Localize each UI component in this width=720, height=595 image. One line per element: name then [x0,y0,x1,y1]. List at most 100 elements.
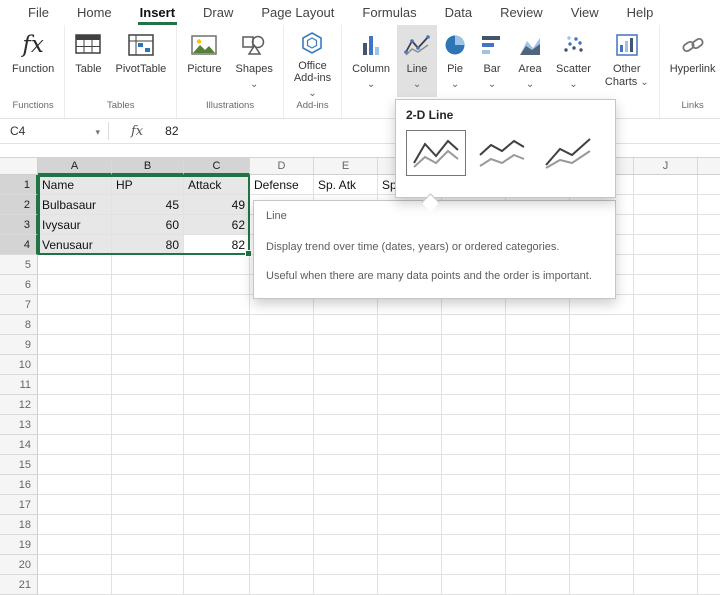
cell-C7[interactable] [184,295,250,315]
cell-D10[interactable] [250,355,314,375]
line-chart-button[interactable]: Line [397,25,437,97]
cell-J10[interactable] [634,355,698,375]
cell-C2[interactable]: 49 [184,195,250,215]
pivottable-button[interactable]: PivotTable [109,25,174,97]
cell-G20[interactable] [442,555,506,575]
cell-B8[interactable] [112,315,184,335]
cell-D12[interactable] [250,395,314,415]
row-header-7[interactable]: 7 [0,295,38,315]
cell-H13[interactable] [506,415,570,435]
name-box-chevron-icon[interactable] [95,124,100,138]
cell-B11[interactable] [112,375,184,395]
cell-C16[interactable] [184,475,250,495]
menu-tab-help[interactable]: Help [613,0,668,25]
cell-E15[interactable] [314,455,378,475]
cell-A13[interactable] [38,415,112,435]
cell-F12[interactable] [378,395,442,415]
name-box[interactable]: C4 [0,119,108,143]
cell-J17[interactable] [634,495,698,515]
cell-J2[interactable] [634,195,698,215]
cell-H12[interactable] [506,395,570,415]
cell-C5[interactable] [184,255,250,275]
cell-J3[interactable] [634,215,698,235]
cell-I20[interactable] [570,555,634,575]
cell-F11[interactable] [378,375,442,395]
cell-C21[interactable] [184,575,250,595]
cell-F13[interactable] [378,415,442,435]
cell-I21[interactable] [570,575,634,595]
menu-tab-home[interactable]: Home [63,0,126,25]
cell-F20[interactable] [378,555,442,575]
cell-D15[interactable] [250,455,314,475]
cell-I11[interactable] [570,375,634,395]
cell-F21[interactable] [378,575,442,595]
cell-B14[interactable] [112,435,184,455]
cell-H18[interactable] [506,515,570,535]
cell-C10[interactable] [184,355,250,375]
cell-E13[interactable] [314,415,378,435]
cell-A21[interactable] [38,575,112,595]
cell-J12[interactable] [634,395,698,415]
cell-H20[interactable] [506,555,570,575]
scatter-chart-button[interactable]: Scatter [549,25,598,97]
cell-C1[interactable]: Attack [184,175,250,195]
cell-A2[interactable]: Bulbasaur [38,195,112,215]
cell-B13[interactable] [112,415,184,435]
cell-G15[interactable] [442,455,506,475]
cell-I14[interactable] [570,435,634,455]
cell-H9[interactable] [506,335,570,355]
cell-D11[interactable] [250,375,314,395]
cell-C19[interactable] [184,535,250,555]
cell-A3[interactable]: Ivysaur [38,215,112,235]
cell-A10[interactable] [38,355,112,375]
cell-H10[interactable] [506,355,570,375]
cell-G17[interactable] [442,495,506,515]
cell-G13[interactable] [442,415,506,435]
menu-tab-page-layout[interactable]: Page Layout [247,0,348,25]
cell-G9[interactable] [442,335,506,355]
cell-D16[interactable] [250,475,314,495]
cell-I9[interactable] [570,335,634,355]
cell-J21[interactable] [634,575,698,595]
column-header-B[interactable]: B [112,158,184,175]
cell-D13[interactable] [250,415,314,435]
cell-H8[interactable] [506,315,570,335]
cell-C20[interactable] [184,555,250,575]
cell-C8[interactable] [184,315,250,335]
row-header-9[interactable]: 9 [0,335,38,355]
cell-F18[interactable] [378,515,442,535]
function-button[interactable]: fx Function [5,25,61,97]
picture-button[interactable]: Picture [180,25,228,97]
cell-B17[interactable] [112,495,184,515]
cell-I18[interactable] [570,515,634,535]
cell-I10[interactable] [570,355,634,375]
menu-tab-draw[interactable]: Draw [189,0,247,25]
cell-D8[interactable] [250,315,314,335]
column-header-A[interactable]: A [38,158,112,175]
cell-A12[interactable] [38,395,112,415]
gallery-option-stacked-line[interactable] [472,130,532,176]
cell-B15[interactable] [112,455,184,475]
cell-B16[interactable] [112,475,184,495]
cell-B19[interactable] [112,535,184,555]
row-header-5[interactable]: 5 [0,255,38,275]
menu-tab-file[interactable]: File [14,0,63,25]
row-header-20[interactable]: 20 [0,555,38,575]
cell-C17[interactable] [184,495,250,515]
cell-G18[interactable] [442,515,506,535]
hyperlink-button[interactable]: Hyperlink [663,25,720,97]
cell-B2[interactable]: 45 [112,195,184,215]
cell-A16[interactable] [38,475,112,495]
cell-H16[interactable] [506,475,570,495]
cell-E14[interactable] [314,435,378,455]
cell-D20[interactable] [250,555,314,575]
cell-C12[interactable] [184,395,250,415]
area-chart-button[interactable]: Area [511,25,549,97]
row-header-19[interactable]: 19 [0,535,38,555]
cell-D17[interactable] [250,495,314,515]
cell-A4[interactable]: Venusaur [38,235,112,255]
cell-A17[interactable] [38,495,112,515]
cell-B6[interactable] [112,275,184,295]
cell-H21[interactable] [506,575,570,595]
cell-A5[interactable] [38,255,112,275]
